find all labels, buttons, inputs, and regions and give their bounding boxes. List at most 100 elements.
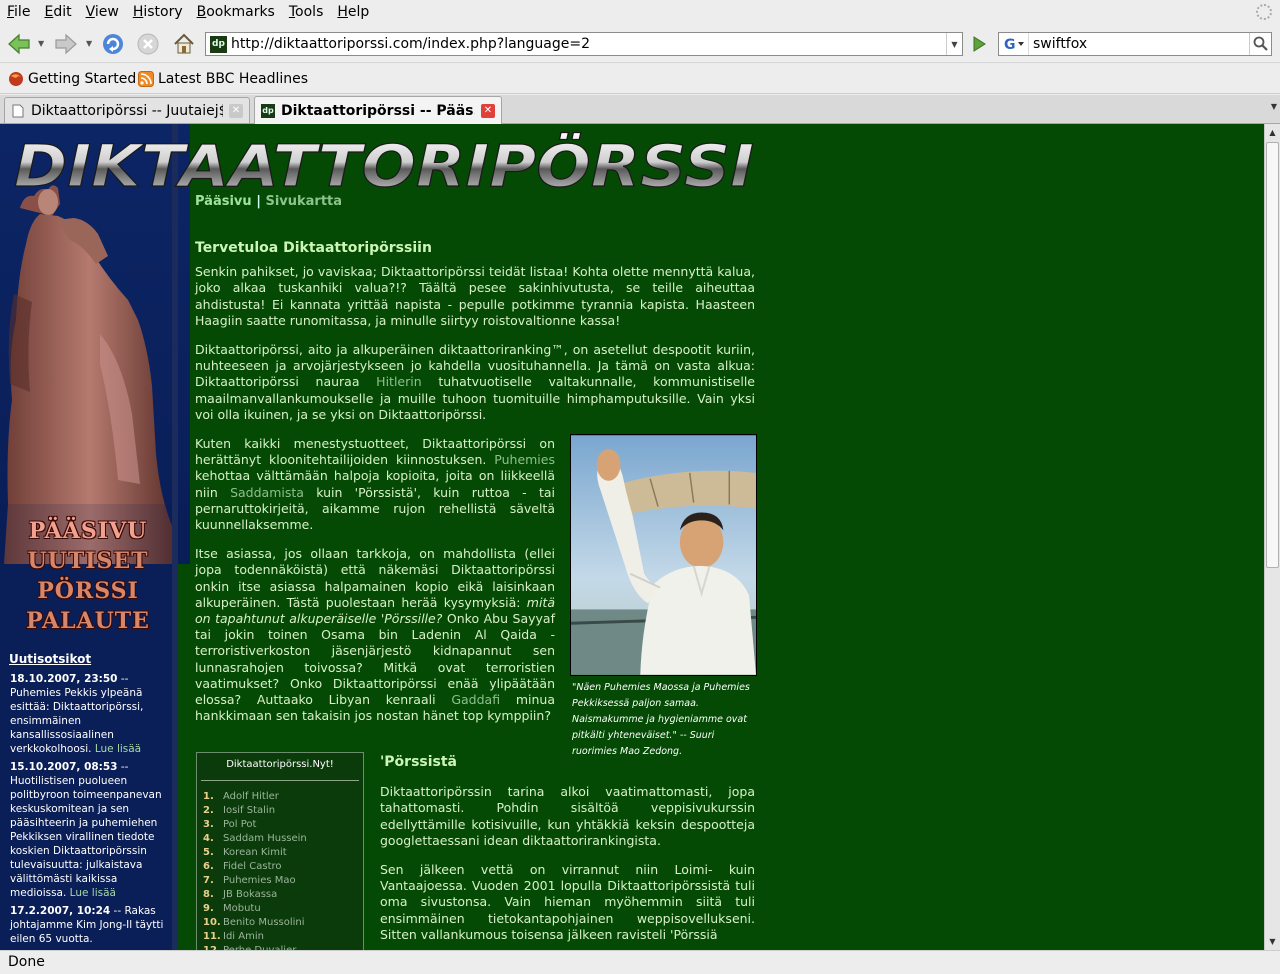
- google-icon: G: [1004, 37, 1024, 52]
- news-date: 15.10.2007, 08:53: [10, 761, 118, 773]
- ranking-item[interactable]: 7. Puhemies Mao: [203, 874, 363, 888]
- tab-title: Diktaattoripörssi -- Pääs...: [281, 102, 475, 119]
- tab-list-dropdown-icon[interactable]: ▼: [1271, 102, 1277, 111]
- bookmark-getting-started[interactable]: Getting Started: [8, 70, 136, 88]
- saddam-link[interactable]: Saddamista: [230, 485, 304, 500]
- ranking-name: Adolf Hitler: [223, 791, 279, 802]
- status-text: Done: [8, 954, 45, 970]
- read-more-link[interactable]: Lue lisää: [95, 743, 141, 755]
- bookmark-bbc-headlines[interactable]: Latest BBC Headlines: [138, 70, 308, 88]
- back-history-dropdown[interactable]: ▼: [38, 39, 47, 48]
- tab-2-active[interactable]: dp Diktaattoripörssi -- Pääs... ✕: [254, 96, 502, 124]
- mao-figure: "Näen Puhemies Maossa ja Puhemies Pekkik…: [570, 434, 758, 760]
- ranking-number: 2.: [203, 805, 214, 816]
- top-navigation: Pääsivu | Sivukartta: [195, 194, 342, 209]
- menu-file[interactable]: File: [0, 0, 37, 25]
- site-logo: DIKTAATTORIPÖRSSI: [13, 132, 754, 196]
- clone-paragraph: Kuten kaikki menestystuotteet, Diktaatto…: [195, 436, 555, 533]
- menu-history[interactable]: History: [126, 0, 190, 25]
- url-input[interactable]: http://diktaattoriporssi.com/index.php?l…: [231, 33, 946, 55]
- reload-icon: [103, 34, 123, 54]
- ranking-number: 8.: [203, 889, 214, 900]
- ranking-number: 3.: [203, 819, 214, 830]
- menu-bar: File Edit View History Bookmarks Tools H…: [0, 0, 1280, 25]
- history-paragraph: Diktaattoripörssi, aito ja alkuperäinen …: [195, 342, 755, 423]
- stop-button[interactable]: [133, 29, 163, 59]
- menu-help[interactable]: Help: [330, 0, 376, 25]
- ranking-number: 7.: [203, 875, 214, 886]
- ranking-name: JB Bokassa: [223, 889, 278, 900]
- magnifier-icon: [1253, 36, 1268, 51]
- ranking-item[interactable]: 11. Idi Amin: [203, 930, 363, 944]
- mao-zedong-photo: [570, 434, 757, 676]
- forward-button[interactable]: [51, 29, 81, 59]
- news-date: 17.2.2007, 10:24: [10, 905, 111, 917]
- ranking-name: Idi Amin: [223, 931, 264, 942]
- home-button[interactable]: [169, 29, 199, 59]
- forward-history-dropdown[interactable]: ▼: [86, 39, 95, 48]
- ranking-item[interactable]: 6. Fidel Castro: [203, 860, 363, 874]
- ranking-name: Benito Mussolini: [223, 917, 305, 928]
- question-paragraph: Itse asiassa, jos ollaan tarkkoja, on ma…: [195, 546, 555, 724]
- news-text: -- Huotilistisen puolueen politbyroon to…: [10, 761, 162, 899]
- go-button[interactable]: [968, 33, 990, 55]
- ranking-item[interactable]: 2. Iosif Stalin: [203, 804, 363, 818]
- porssi-heading: 'Pörssistä: [380, 754, 458, 770]
- puhemies-link[interactable]: Puhemies: [494, 452, 555, 467]
- stop-icon: [137, 33, 159, 55]
- scroll-up-icon[interactable]: ▲: [1265, 125, 1280, 140]
- search-bar[interactable]: G swiftfox: [998, 32, 1272, 56]
- scroll-thumb[interactable]: [1266, 142, 1279, 568]
- ranking-name: Korean Kimit: [223, 847, 287, 858]
- news-item: 17.2.2007, 10:24 -- Rakas johtajamme Kim…: [10, 904, 172, 946]
- ranking-item[interactable]: 9. Mobutu: [203, 902, 363, 916]
- ranking-item[interactable]: 5. Korean Kimit: [203, 846, 363, 860]
- search-engine-selector[interactable]: G: [999, 33, 1029, 55]
- scroll-down-icon[interactable]: ▼: [1265, 934, 1280, 949]
- ranking-item[interactable]: 8. JB Bokassa: [203, 888, 363, 902]
- left-sidebar: PÄÄSIVU UUTISET PÖRSSI PALAUTE Uutisotsi…: [0, 124, 190, 950]
- tab-1[interactable]: Diktaattoripörssi -- Juutaiej$... ✕: [4, 97, 250, 123]
- back-button[interactable]: [4, 29, 34, 59]
- search-input[interactable]: swiftfox: [1029, 36, 1249, 52]
- url-history-dropdown[interactable]: ▼: [946, 33, 962, 55]
- nav-paasivu[interactable]: PÄÄSIVU: [18, 516, 158, 546]
- menu-tools[interactable]: Tools: [282, 0, 331, 25]
- nav-porssi[interactable]: PÖRSSI: [18, 576, 158, 606]
- gaddafi-link[interactable]: Gaddafi: [451, 692, 500, 707]
- ranking-item[interactable]: 3. Pol Pot: [203, 818, 363, 832]
- news-item: 18.10.2007, 23:50 -- Puhemies Pekkis ylp…: [10, 672, 172, 756]
- status-bar: Done: [0, 950, 1280, 974]
- nav-uutiset[interactable]: UUTISET: [18, 546, 158, 576]
- close-tab-icon[interactable]: ✕: [229, 103, 243, 118]
- ranking-item[interactable]: 4. Saddam Hussein: [203, 832, 363, 846]
- reload-button[interactable]: [98, 29, 128, 59]
- ranking-name: Saddam Hussein: [223, 833, 307, 844]
- menu-edit[interactable]: Edit: [37, 0, 78, 25]
- nav-palaute[interactable]: PALAUTE: [18, 606, 158, 636]
- close-tab-icon[interactable]: ✕: [481, 103, 495, 118]
- firefox-icon: [8, 71, 24, 87]
- svg-text:G: G: [1004, 37, 1016, 52]
- throbber-icon: [1256, 4, 1272, 20]
- ranking-item[interactable]: 10. Benito Mussolini: [203, 916, 363, 930]
- topnav-home-link[interactable]: Pääsivu: [195, 194, 252, 209]
- url-bar[interactable]: dp http://diktaattoriporssi.com/index.ph…: [205, 32, 963, 56]
- hitler-link[interactable]: Hitlerin: [376, 374, 421, 389]
- ranking-number: 10.: [203, 917, 221, 928]
- porssi-paragraph-1: Diktaattoripörssin tarina alkoi vaatimat…: [380, 784, 755, 848]
- vertical-scrollbar[interactable]: ▲ ▼: [1264, 124, 1280, 950]
- ranking-box: Diktaattoripörssi.Nyt! 1. Adolf Hitler 2. I…: [196, 752, 364, 950]
- read-more-link[interactable]: Lue lisää: [70, 887, 116, 899]
- search-button[interactable]: [1249, 33, 1271, 55]
- ranking-title[interactable]: Diktaattoripörssi.Nyt!: [201, 753, 359, 781]
- topnav-sitemap-link[interactable]: Sivukartta: [265, 194, 342, 209]
- ranking-name: Fidel Castro: [223, 861, 282, 872]
- menu-view[interactable]: View: [79, 0, 126, 25]
- ranking-item[interactable]: 1. Adolf Hitler: [203, 790, 363, 804]
- menu-bookmarks[interactable]: Bookmarks: [190, 0, 282, 25]
- go-arrow-icon: [973, 36, 986, 52]
- ranking-number: 5.: [203, 847, 214, 858]
- bookmark-label: Latest BBC Headlines: [158, 71, 309, 87]
- news-heading[interactable]: Uutisotsikot: [9, 652, 91, 666]
